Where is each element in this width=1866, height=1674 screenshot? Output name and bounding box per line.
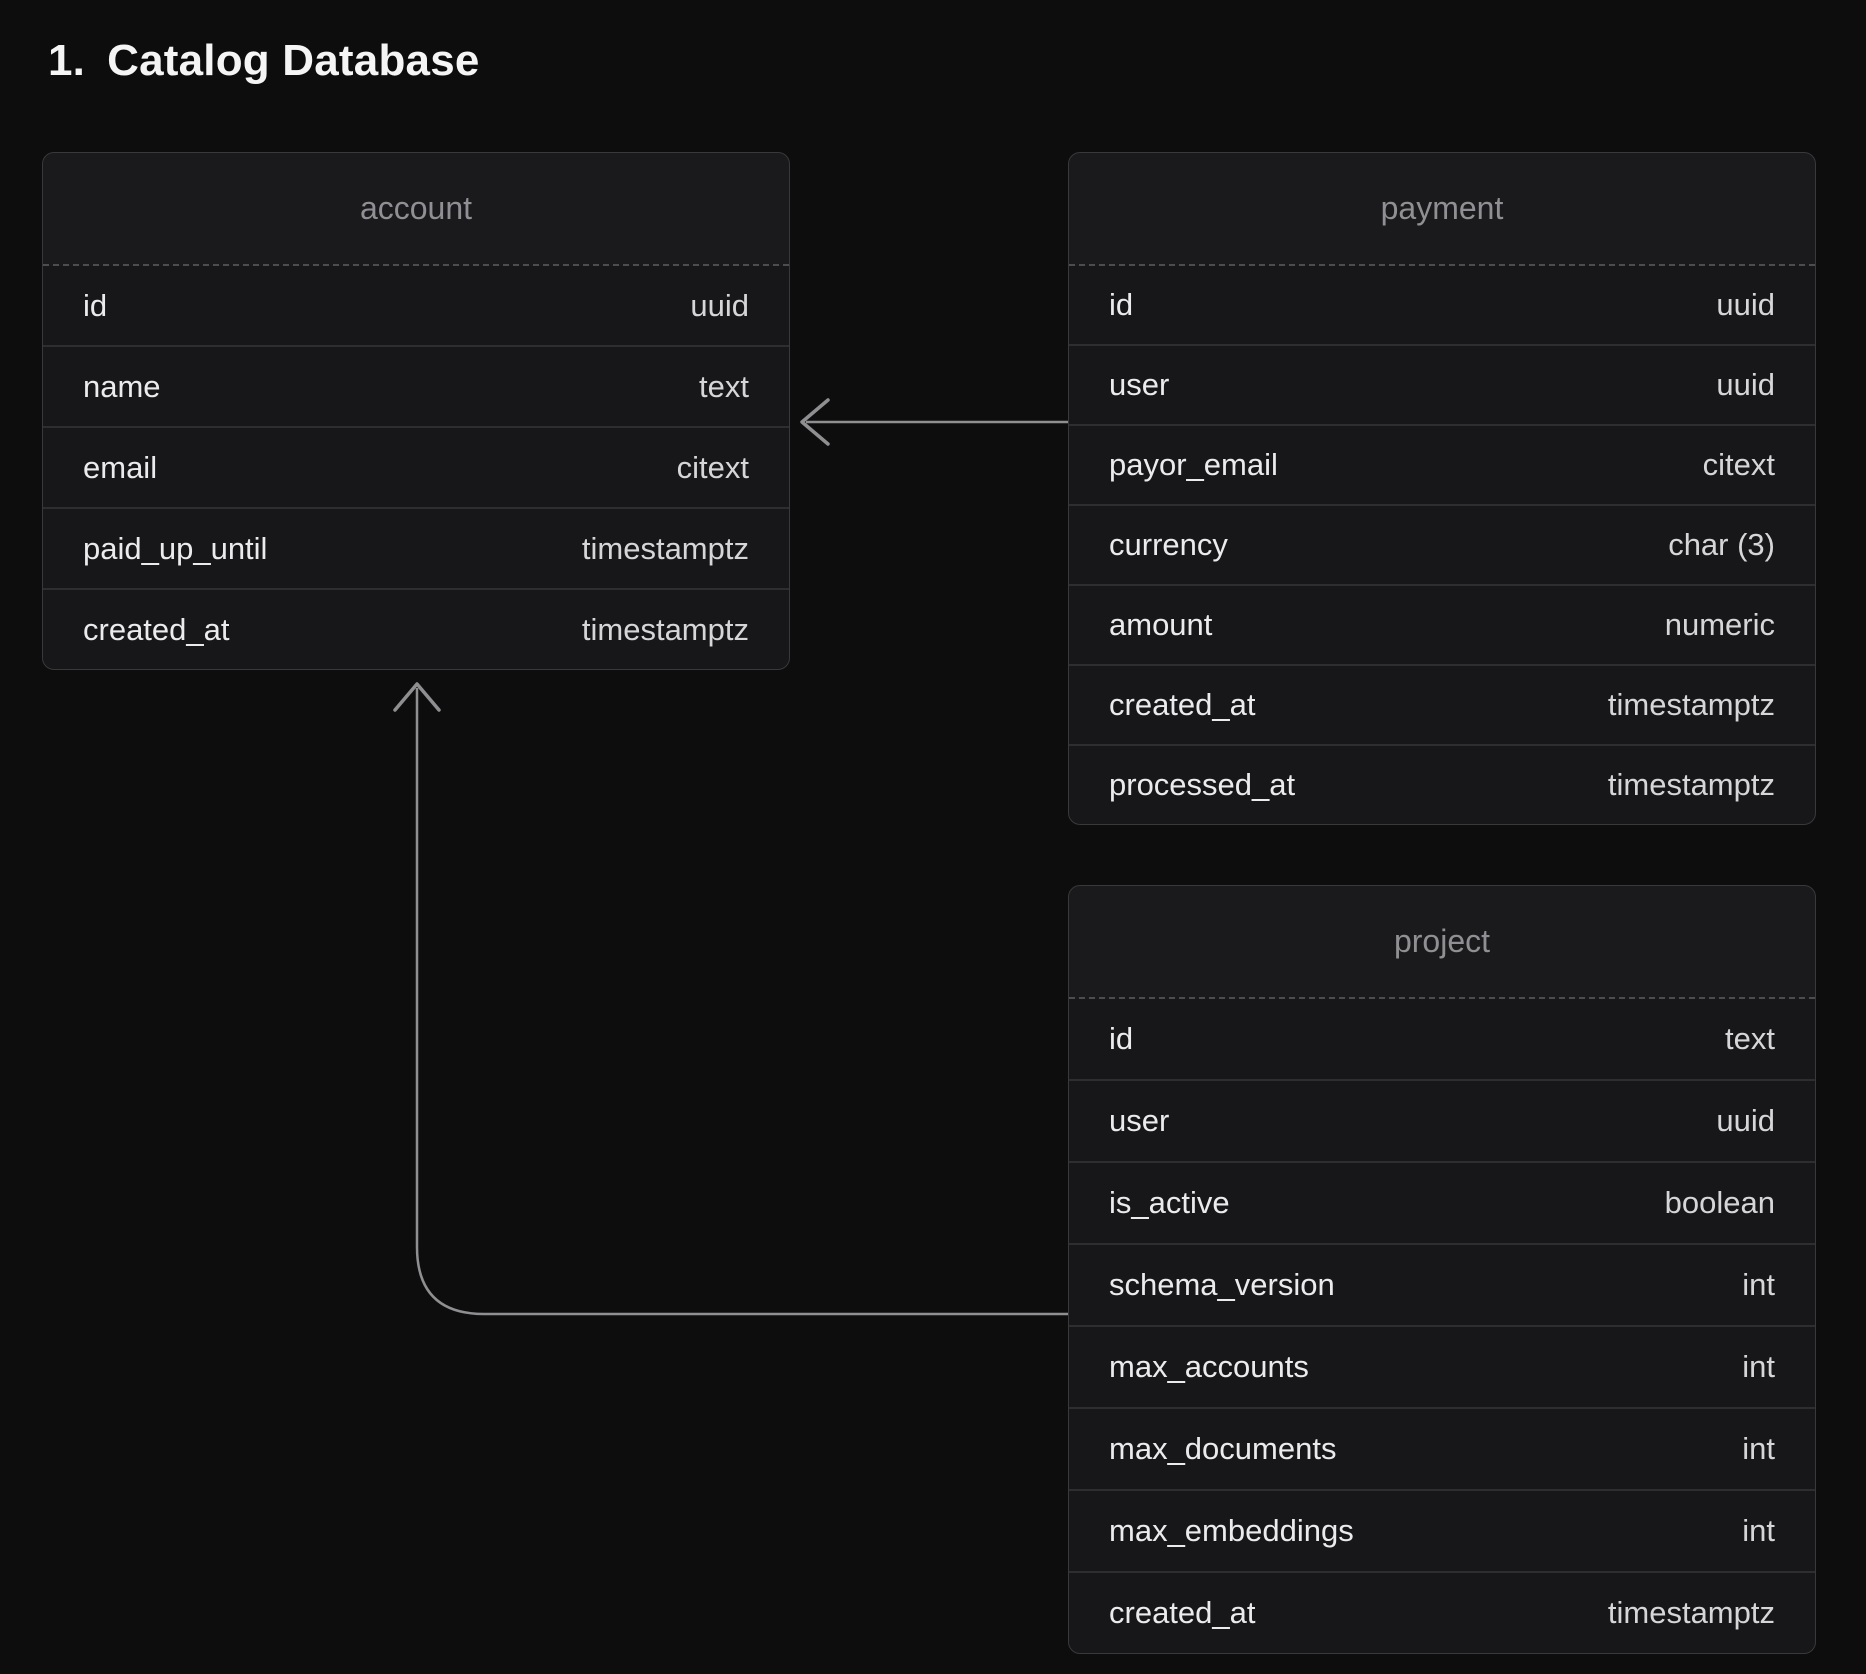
field-name: amount — [1109, 607, 1212, 643]
field-type: timestamptz — [1608, 687, 1775, 723]
table-card-project[interactable]: project id text user uuid is_active bool… — [1068, 885, 1816, 1654]
fk-arrowhead-project-to-account — [395, 684, 439, 710]
page-title-number: 1. — [48, 36, 85, 86]
field-type: int — [1742, 1513, 1775, 1549]
field-name: processed_at — [1109, 767, 1295, 803]
field-type: int — [1742, 1267, 1775, 1303]
field-name: created_at — [1109, 1595, 1256, 1631]
field-name: max_embeddings — [1109, 1513, 1354, 1549]
field-type: uuid — [1716, 1103, 1775, 1139]
field-name: id — [83, 288, 107, 324]
field-row: max_documents int — [1069, 1407, 1815, 1489]
field-type: numeric — [1665, 607, 1775, 643]
field-row: user uuid — [1069, 344, 1815, 424]
field-type: timestamptz — [1608, 767, 1775, 803]
field-name: payor_email — [1109, 447, 1278, 483]
field-name: created_at — [1109, 687, 1256, 723]
field-row: currency char (3) — [1069, 504, 1815, 584]
field-type: uuid — [1716, 367, 1775, 403]
field-type: uuid — [690, 288, 749, 324]
field-row: created_at timestamptz — [1069, 1571, 1815, 1653]
field-type: uuid — [1716, 287, 1775, 323]
page-title-text: Catalog Database — [107, 36, 479, 86]
page-title: 1. Catalog Database — [48, 36, 480, 86]
field-name: max_documents — [1109, 1431, 1336, 1467]
field-row: max_embeddings int — [1069, 1489, 1815, 1571]
table-header-account: account — [43, 153, 789, 266]
field-row: id uuid — [1069, 266, 1815, 344]
table-header-payment: payment — [1069, 153, 1815, 266]
field-row: paid_up_until timestamptz — [43, 507, 789, 588]
field-name: name — [83, 369, 161, 405]
field-type: timestamptz — [1608, 1595, 1775, 1631]
field-type: timestamptz — [582, 612, 749, 648]
table-card-payment[interactable]: payment id uuid user uuid payor_email ci… — [1068, 152, 1816, 825]
field-name: email — [83, 450, 157, 486]
field-type: citext — [677, 450, 749, 486]
field-row: id text — [1069, 999, 1815, 1079]
field-name: id — [1109, 1021, 1133, 1057]
field-row: payor_email citext — [1069, 424, 1815, 504]
field-name: currency — [1109, 527, 1228, 563]
field-type: text — [1725, 1021, 1775, 1057]
field-name: schema_version — [1109, 1267, 1335, 1303]
field-name: user — [1109, 367, 1169, 403]
field-row: name text — [43, 345, 789, 426]
field-type: int — [1742, 1349, 1775, 1385]
field-type: char (3) — [1668, 527, 1775, 563]
diagram-canvas: 1. Catalog Database account id uuid name… — [0, 0, 1866, 1674]
field-row: created_at timestamptz — [43, 588, 789, 669]
field-row: schema_version int — [1069, 1243, 1815, 1325]
table-name: account — [360, 190, 472, 227]
field-row: processed_at timestamptz — [1069, 744, 1815, 824]
table-name: payment — [1381, 190, 1504, 227]
field-type: timestamptz — [582, 531, 749, 567]
fk-line-project-to-account — [417, 688, 1068, 1314]
table-card-account[interactable]: account id uuid name text email citext p… — [42, 152, 790, 670]
field-name: created_at — [83, 612, 230, 648]
field-name: paid_up_until — [83, 531, 267, 567]
field-row: id uuid — [43, 266, 789, 345]
field-type: citext — [1703, 447, 1775, 483]
field-row: created_at timestamptz — [1069, 664, 1815, 744]
table-name: project — [1394, 923, 1490, 960]
field-name: id — [1109, 287, 1133, 323]
field-row: amount numeric — [1069, 584, 1815, 664]
field-name: user — [1109, 1103, 1169, 1139]
fk-arrowhead-payment-to-account — [802, 400, 828, 444]
field-row: user uuid — [1069, 1079, 1815, 1161]
field-name: is_active — [1109, 1185, 1230, 1221]
field-row: max_accounts int — [1069, 1325, 1815, 1407]
field-row: email citext — [43, 426, 789, 507]
table-header-project: project — [1069, 886, 1815, 999]
field-type: boolean — [1665, 1185, 1775, 1221]
field-row: is_active boolean — [1069, 1161, 1815, 1243]
field-type: text — [699, 369, 749, 405]
field-name: max_accounts — [1109, 1349, 1309, 1385]
field-type: int — [1742, 1431, 1775, 1467]
